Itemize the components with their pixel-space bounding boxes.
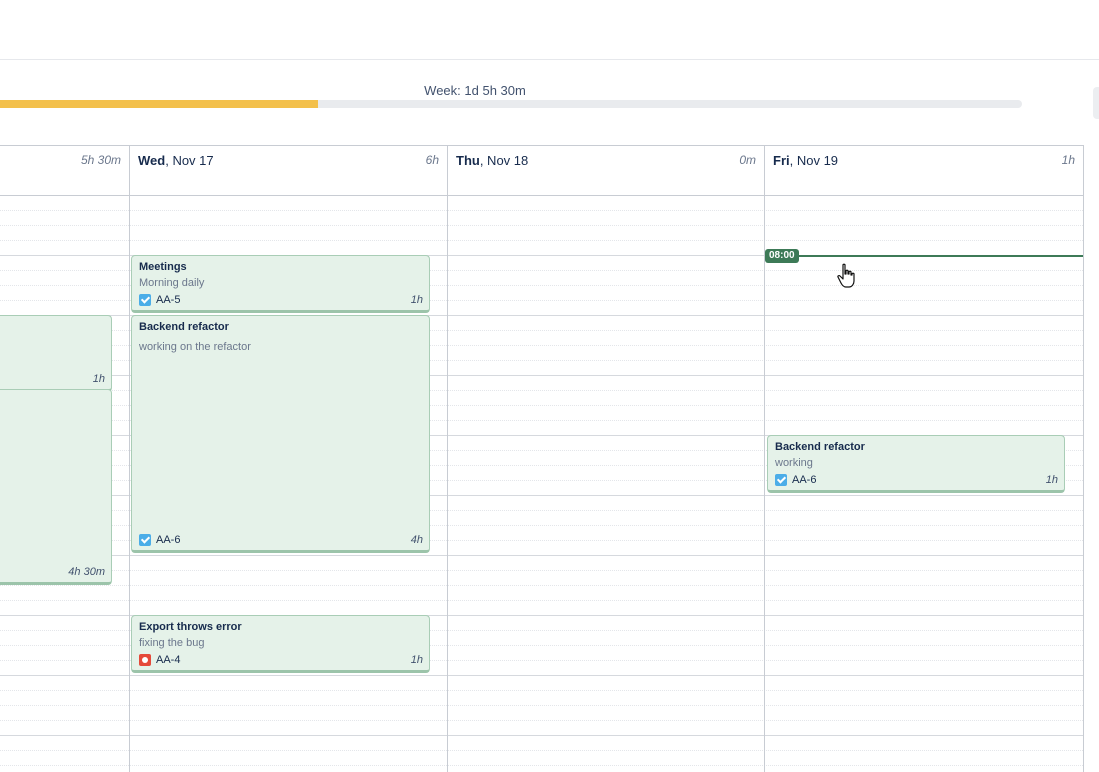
worklog-entry-backend-refactor-fri[interactable]: Backend refactor working AA-6 1h — [767, 435, 1065, 493]
quarter-gridline — [0, 210, 1083, 211]
quarter-gridline — [0, 690, 1083, 691]
day-divider — [129, 145, 130, 772]
worklog-entry-backend-refactor[interactable]: Backend refactor working on the refactor… — [131, 315, 430, 553]
quarter-gridline — [0, 585, 1083, 586]
worklog-entry-export-error[interactable]: Export throws error fixing the bug AA-4 … — [131, 615, 430, 673]
week-total-label: Week: 1d 5h 30m — [424, 83, 526, 98]
day-title: Thu, Nov 18 — [456, 153, 529, 168]
week-progress-fill — [0, 100, 318, 108]
entry-duration: 1h — [92, 373, 105, 385]
side-panel-handle[interactable] — [1093, 87, 1099, 119]
entry-title: Backend refactor — [139, 321, 229, 333]
quarter-gridline — [0, 750, 1083, 751]
entry-title: Export throws error — [139, 621, 242, 633]
worklog-entry[interactable]: 1h — [0, 315, 112, 392]
entry-issue[interactable]: AA-5 — [139, 294, 180, 306]
entry-title: Backend refactor — [775, 441, 865, 453]
entry-description: Morning daily — [139, 277, 205, 289]
day-header-thu[interactable]: Thu, Nov 18 0m — [448, 145, 764, 194]
current-time-badge: 08:00 — [765, 249, 799, 263]
day-total: 6h — [425, 153, 439, 167]
entry-duration: 1h — [1045, 474, 1058, 486]
day-total: 0m — [739, 153, 756, 167]
day-header-wed[interactable]: Wed, Nov 17 6h — [130, 145, 447, 194]
quarter-gridline — [0, 600, 1083, 601]
hour-gridline — [0, 555, 1083, 556]
week-progress-bar — [0, 100, 1022, 108]
hour-gridline — [0, 675, 1083, 676]
day-title: Fri, Nov 19 — [773, 153, 839, 168]
checkbox-task-icon — [139, 294, 151, 306]
quarter-gridline — [0, 765, 1083, 766]
entry-duration: 4h — [410, 534, 423, 546]
entry-issue[interactable]: AA-6 — [775, 474, 816, 486]
hour-gridline — [0, 735, 1083, 736]
quarter-gridline — [0, 705, 1083, 706]
day-header-fri[interactable]: Fri, Nov 19 1h — [765, 145, 1083, 194]
entry-description: working on the refactor — [139, 341, 251, 353]
entry-issue[interactable]: AA-6 — [139, 534, 180, 546]
day-header-tue[interactable]: 5h 30m — [0, 145, 129, 194]
entry-duration: 1h — [410, 294, 423, 306]
bug-icon — [139, 654, 151, 666]
worklog-entry-meetings[interactable]: Meetings Morning daily AA-5 1h — [131, 255, 430, 313]
day-total: 5h 30m — [80, 153, 121, 167]
day-divider — [764, 145, 765, 772]
calendar-grid: 5h 30m Wed, Nov 17 6h Thu, Nov 18 0m Fri… — [0, 145, 1084, 772]
quarter-gridline — [0, 225, 1083, 226]
entry-title: Meetings — [139, 261, 187, 273]
entry-duration: 4h 30m — [68, 566, 105, 578]
entry-description: fixing the bug — [139, 637, 205, 649]
quarter-gridline — [0, 570, 1083, 571]
top-bar — [0, 0, 1099, 60]
worklog-entry[interactable]: 4h 30m — [0, 389, 112, 585]
day-divider — [447, 145, 448, 772]
checkbox-task-icon — [139, 534, 151, 546]
quarter-gridline — [0, 240, 1083, 241]
entry-description: working — [775, 457, 813, 469]
checkbox-task-icon — [775, 474, 787, 486]
entry-duration: 1h — [410, 654, 423, 666]
day-title: Wed, Nov 17 — [138, 153, 214, 168]
current-time-line — [765, 255, 1083, 257]
hand-pointer-icon — [837, 263, 855, 288]
entry-issue[interactable]: AA-4 — [139, 654, 180, 666]
day-total: 1h — [1061, 153, 1075, 167]
quarter-gridline — [0, 720, 1083, 721]
